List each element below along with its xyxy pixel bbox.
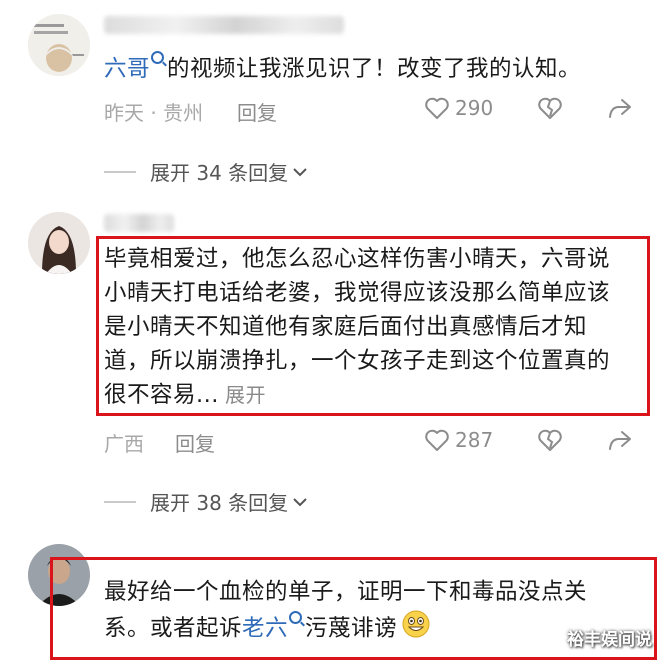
grinning-emoji-icon: [401, 609, 431, 649]
like-count: 290: [455, 96, 494, 120]
share-icon: [609, 431, 631, 450]
expand-replies-button[interactable]: 展开 38 条回复: [104, 487, 308, 516]
reply-button[interactable]: 回复: [175, 428, 215, 457]
comment-text: 六哥 的视频让我涨见识了！改变了我的认知。: [104, 51, 644, 86]
comment-meta: 广西: [104, 432, 144, 456]
heart-icon: [425, 429, 449, 451]
expand-text-link[interactable]: 展开: [225, 383, 266, 407]
dislike-button[interactable]: [537, 96, 563, 120]
heart-icon: [425, 97, 449, 119]
like-button[interactable]: 290: [424, 96, 493, 120]
divider-dash: [104, 170, 136, 173]
share-button[interactable]: [607, 97, 633, 119]
comment-meta: 昨天 · 贵州: [104, 101, 204, 125]
like-button[interactable]: 287: [424, 428, 493, 452]
share-icon: [609, 99, 631, 118]
expand-replies-label: 展开 34 条回复: [150, 161, 289, 185]
avatar[interactable]: [28, 212, 90, 274]
search-icon: [151, 51, 165, 64]
chevron-down-icon: [293, 167, 307, 176]
mention-link[interactable]: 六哥: [104, 56, 150, 82]
like-count: 287: [455, 428, 494, 452]
share-button[interactable]: [607, 429, 633, 451]
comment-text: 毕竟相爱过，他怎么忍心这样伤害小晴天，六哥说小晴天打电话给老婆，我觉得应该没那么…: [104, 246, 611, 408]
broken-heart-icon: [538, 97, 562, 119]
watermark: 裕丰娱间说: [567, 630, 652, 650]
mention-link[interactable]: 老六: [242, 616, 288, 642]
broken-heart-icon: [538, 429, 562, 451]
expand-replies-label: 展开 38 条回复: [150, 491, 289, 515]
username-blurred[interactable]: [104, 16, 344, 34]
search-icon: [289, 610, 303, 624]
expand-replies-button[interactable]: 展开 34 条回复: [104, 157, 308, 186]
divider-dash: [104, 500, 136, 503]
dislike-button[interactable]: [537, 428, 563, 452]
username-blurred[interactable]: [104, 214, 174, 232]
avatar[interactable]: [28, 14, 90, 76]
chevron-down-icon: [293, 497, 307, 506]
reply-button[interactable]: 回复: [237, 97, 277, 126]
comment-text: 最好给一个血检的单子，证明一下和毒品没点关系。或者起诉老六 污蔑诽谤: [104, 575, 624, 649]
